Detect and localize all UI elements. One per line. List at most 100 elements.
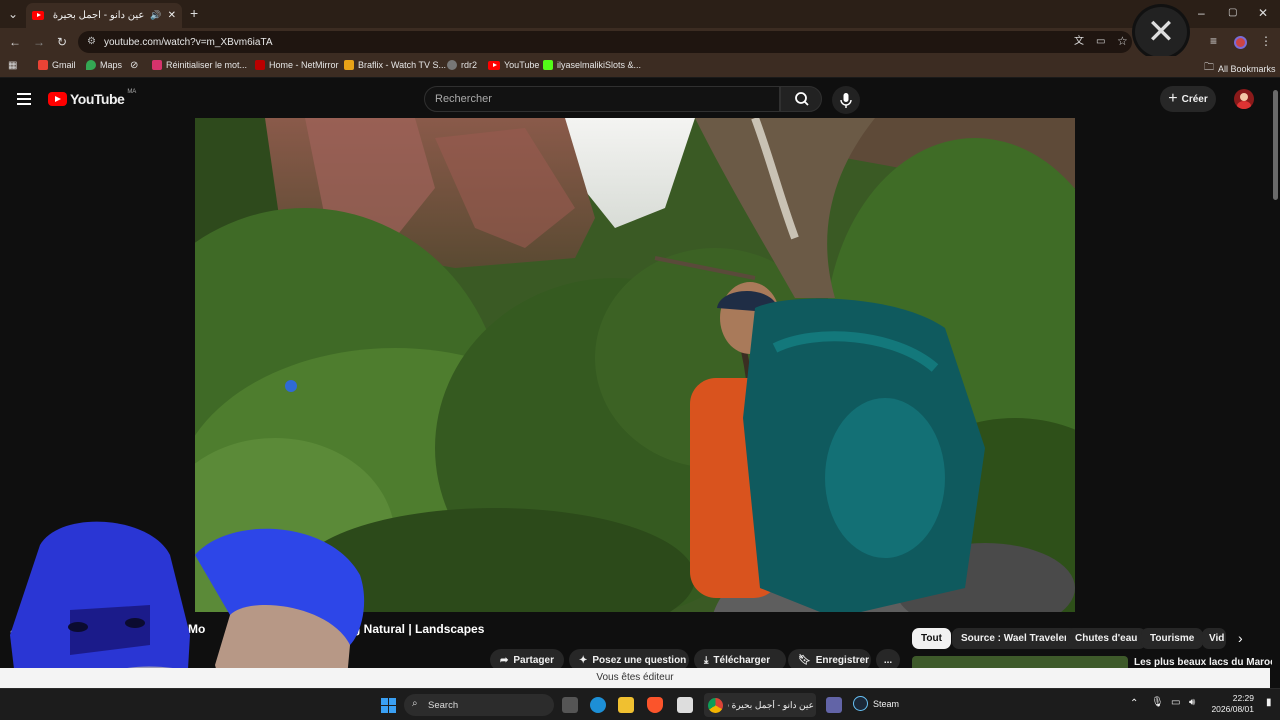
recommended-title[interactable]: Les plus beaux lacs du Maroc <box>1134 657 1276 668</box>
search-button[interactable] <box>780 86 822 112</box>
bookmark-label: Braflix - Watch TV S... <box>358 60 447 70</box>
tray-volume-icon[interactable]: 🔊︎ <box>1189 697 1195 708</box>
tray-network-icon[interactable]: ▭ <box>1171 697 1180 708</box>
bookmark-maps[interactable]: Maps <box>86 60 122 70</box>
all-bookmarks[interactable]: 🗀 All Bookmarks <box>1204 60 1276 77</box>
bookmark-label: Réinitialiser le mot... <box>166 60 248 70</box>
windows-start-icon[interactable] <box>381 698 396 713</box>
microphone-icon <box>840 93 852 108</box>
folder-icon: 🗀 <box>1204 62 1214 73</box>
notification-icon[interactable]: ▮ <box>1266 697 1272 708</box>
tray-chevron-icon[interactable]: ⌃ <box>1130 698 1138 709</box>
taskbar-steam[interactable]: Steam <box>853 696 899 711</box>
windows-taskbar: ⌕ Search عين دانو - أجمل بحيرة في Steam … <box>0 688 1280 720</box>
chip-all[interactable]: Tout <box>912 628 951 649</box>
bookmark-netmirror[interactable]: Home - NetMirror <box>255 60 339 70</box>
more-icon: ... <box>883 654 893 666</box>
tab-audio-icon[interactable]: 🔊 <box>150 10 161 21</box>
maps-pin-icon <box>86 60 96 70</box>
share-icon: ➦ <box>500 654 509 666</box>
bookmark-label: Gmail <box>52 60 76 70</box>
url-text: youtube.com/watch?v=m_XBvm6iaTA <box>104 36 273 48</box>
browser-toolbar: ← → ↻ ⚙ youtube.com/watch?v=m_XBvm6iaTA … <box>0 4 1280 60</box>
bookmark-gmail[interactable]: Gmail <box>38 60 76 70</box>
close-window-icon[interactable]: ✕ <box>1258 7 1268 19</box>
new-tab-button[interactable]: + <box>190 6 198 20</box>
netmirror-icon <box>255 60 265 70</box>
bookmark-globe-icon[interactable]: ⊘ <box>130 60 138 71</box>
bookmark-braflix[interactable]: Braflix - Watch TV S... <box>344 60 446 70</box>
search-input[interactable]: Rechercher <box>424 86 780 112</box>
braflix-icon <box>344 60 354 70</box>
create-button[interactable]: + Créer <box>1160 86 1216 112</box>
site-info-icon[interactable]: ⚙ <box>87 36 96 47</box>
voice-search-button[interactable] <box>832 86 860 114</box>
tray-clock[interactable]: 22:29 2026/08/01 <box>1208 693 1254 715</box>
file-explorer-icon[interactable] <box>618 697 634 713</box>
chip-source[interactable]: Source : Wael Traveler <box>952 628 1077 649</box>
edge-icon[interactable] <box>590 697 606 713</box>
bookmark-rdr2[interactable]: rdr2 <box>447 60 477 70</box>
search-icon <box>795 92 809 106</box>
scrollbar-thumb[interactable] <box>1273 90 1278 200</box>
chips-next-icon[interactable]: › <box>1238 630 1243 646</box>
teams-icon[interactable] <box>826 697 842 713</box>
chip-videos[interactable]: Vid <box>1202 628 1226 649</box>
bookmark-icon: 🔖︎ <box>798 654 811 666</box>
bookmark-instagram[interactable]: Réinitialiser le mot... <box>152 60 247 70</box>
forward-icon[interactable]: → <box>33 36 45 48</box>
menu-kebab-icon[interactable]: ⋮ <box>1260 35 1272 47</box>
browser-tab-active[interactable]: عين دانو - أجمل بحيرة في ش 🔊 ✕ <box>26 3 182 28</box>
bookmark-label: YouTube <box>504 60 540 70</box>
youtube-icon <box>488 60 500 70</box>
maximize-icon[interactable]: ▢ <box>1228 7 1237 19</box>
taskbar-search-label: Search <box>428 699 459 711</box>
profile-avatar[interactable] <box>1234 36 1247 49</box>
save-label: Enregistrer <box>815 654 870 666</box>
back-icon[interactable]: ← <box>9 36 21 48</box>
instagram-icon <box>152 60 162 70</box>
bookmark-label: rdr2 <box>461 60 478 70</box>
cast-icon[interactable]: ▭ <box>1096 36 1105 48</box>
region-code: MA <box>127 89 137 95</box>
tray-mic-icon[interactable]: 🎙︎ <box>1151 697 1164 708</box>
bookmark-star-icon[interactable]: ☆ <box>1117 35 1128 47</box>
reload-icon[interactable]: ↻ <box>57 36 67 48</box>
apps-grid-icon[interactable]: ▦ <box>8 60 17 72</box>
all-bookmarks-label: All Bookmarks <box>1218 63 1276 74</box>
gmail-icon <box>38 60 48 70</box>
chip-waterfalls[interactable]: Chutes d'eau <box>1066 628 1147 649</box>
task-view-icon[interactable] <box>562 697 578 713</box>
download-label: Télécharger <box>713 654 771 666</box>
tab-title: عين دانو - أجمل بحيرة في ش <box>50 10 145 21</box>
search-icon: ⌕ <box>412 698 418 709</box>
download-icon: ⤓ <box>704 654 709 666</box>
extension-overlay-badge[interactable]: ✕ <box>1132 4 1190 60</box>
store-icon[interactable] <box>677 697 693 713</box>
taskbar-chrome-window[interactable]: عين دانو - أجمل بحيرة في <box>704 693 816 717</box>
globe-icon <box>447 60 457 70</box>
guide-menu-icon[interactable] <box>17 93 31 105</box>
create-label: Créer <box>1181 93 1208 105</box>
plus-icon: + <box>1168 90 1178 107</box>
tab-close-icon[interactable]: ✕ <box>168 10 176 21</box>
bookmark-slots[interactable]: ilyaselmalikiSlots &... <box>543 60 641 70</box>
tab-list-icon[interactable]: ⌄ <box>8 8 18 20</box>
brave-icon[interactable] <box>647 697 663 713</box>
youtube-favicon-icon <box>32 11 44 20</box>
taskbar-search[interactable]: ⌕ Search <box>404 694 554 716</box>
bookmark-youtube[interactable]: YouTube <box>488 60 539 70</box>
youtube-logo[interactable]: YouTube MA <box>48 89 137 107</box>
translate-icon[interactable]: 文 <box>1074 36 1084 48</box>
minimize-icon[interactable]: – <box>1198 7 1205 19</box>
account-avatar[interactable] <box>1234 89 1254 109</box>
address-bar[interactable]: ⚙ youtube.com/watch?v=m_XBvm6iaTA <box>78 31 1132 53</box>
steam-label: Steam <box>873 698 900 709</box>
bookmark-label: Maps <box>100 60 123 70</box>
youtube-wordmark: YouTube <box>70 91 125 107</box>
clock-date: 2026/08/01 <box>1211 704 1254 714</box>
reading-list-icon[interactable]: ≡ <box>1210 35 1217 47</box>
recommended-thumbnail[interactable] <box>912 656 1128 668</box>
bookmark-label: Home - NetMirror <box>269 60 339 70</box>
chip-tourism[interactable]: Tourisme <box>1141 628 1204 649</box>
